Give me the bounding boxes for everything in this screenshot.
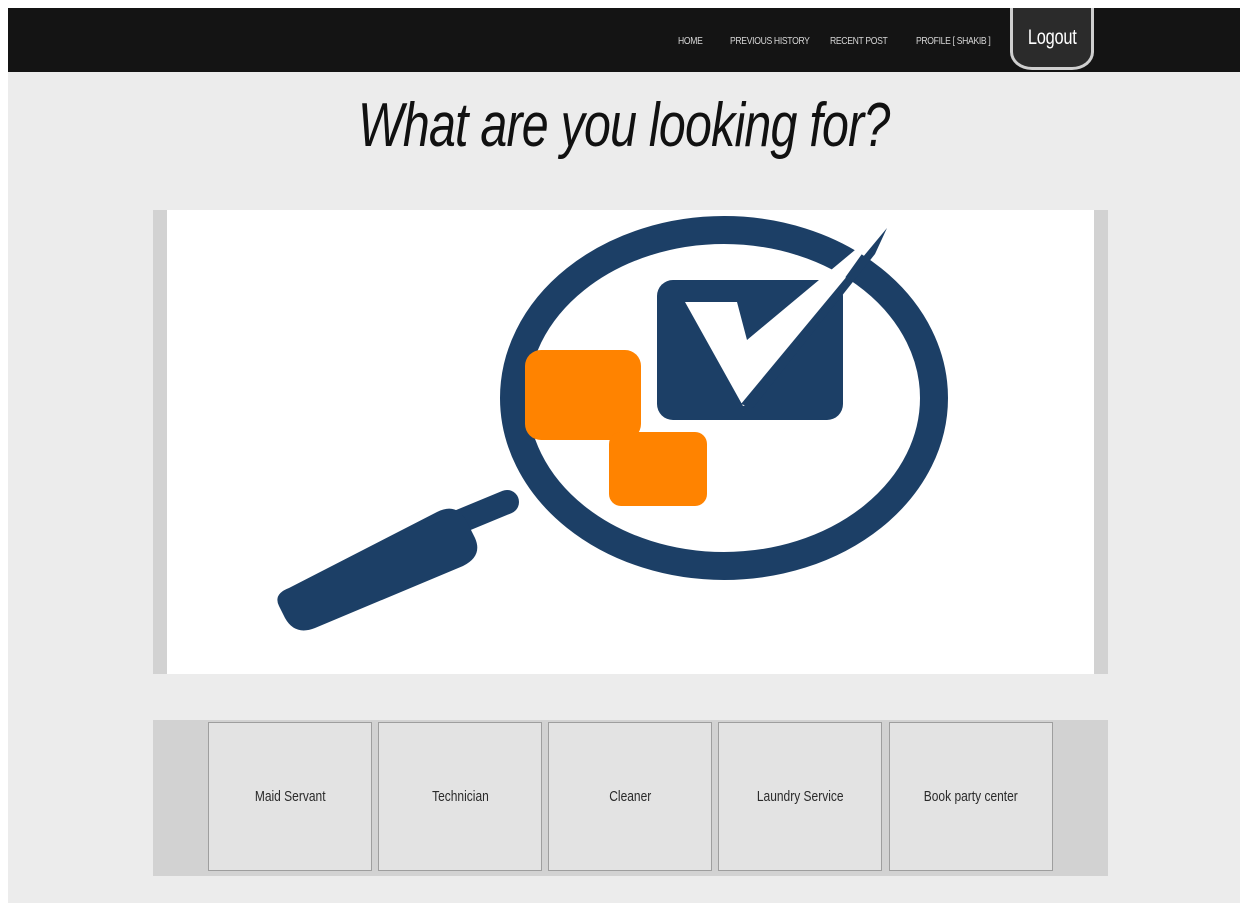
category-book-party-center[interactable]: Book party center xyxy=(889,722,1053,871)
category-label: Maid Servant xyxy=(254,788,326,805)
orange-block-top xyxy=(525,350,641,440)
headline-text: What are you looking for? xyxy=(358,91,890,160)
banner-image xyxy=(167,210,1094,674)
magnifier-check-icon xyxy=(277,216,948,631)
banner xyxy=(153,210,1108,674)
nav-profile-link[interactable]: PROFILE [ SHAKIB ] xyxy=(916,35,991,47)
category-technician[interactable]: Technician xyxy=(378,722,542,871)
magnifier-handle xyxy=(277,490,519,631)
category-label: Laundry Service xyxy=(756,788,844,805)
category-bar: Maid Servant Technician Cleaner Laundry … xyxy=(153,720,1108,876)
logout-button[interactable]: Logout xyxy=(1010,8,1094,70)
category-label: Cleaner xyxy=(608,788,652,805)
top-navbar: HOME PREVIOUS HISTORY RECENT POST PROFIL… xyxy=(8,8,1240,72)
nav-home-link[interactable]: HOME xyxy=(678,35,703,47)
category-maid-servant[interactable]: Maid Servant xyxy=(208,722,372,871)
category-label: Book party center xyxy=(923,788,1019,805)
orange-block-bottom xyxy=(609,432,707,506)
page-headline: What are you looking for? xyxy=(8,90,1240,161)
nav-recent-post-link[interactable]: RECENT POST xyxy=(830,35,888,47)
logout-label: Logout xyxy=(1027,25,1077,49)
category-laundry-service[interactable]: Laundry Service xyxy=(718,722,882,871)
nav-previous-history-link[interactable]: PREVIOUS HISTORY xyxy=(730,35,810,47)
category-cleaner[interactable]: Cleaner xyxy=(548,722,712,871)
page: HOME PREVIOUS HISTORY RECENT POST PROFIL… xyxy=(8,8,1240,903)
category-label: Technician xyxy=(431,788,489,805)
